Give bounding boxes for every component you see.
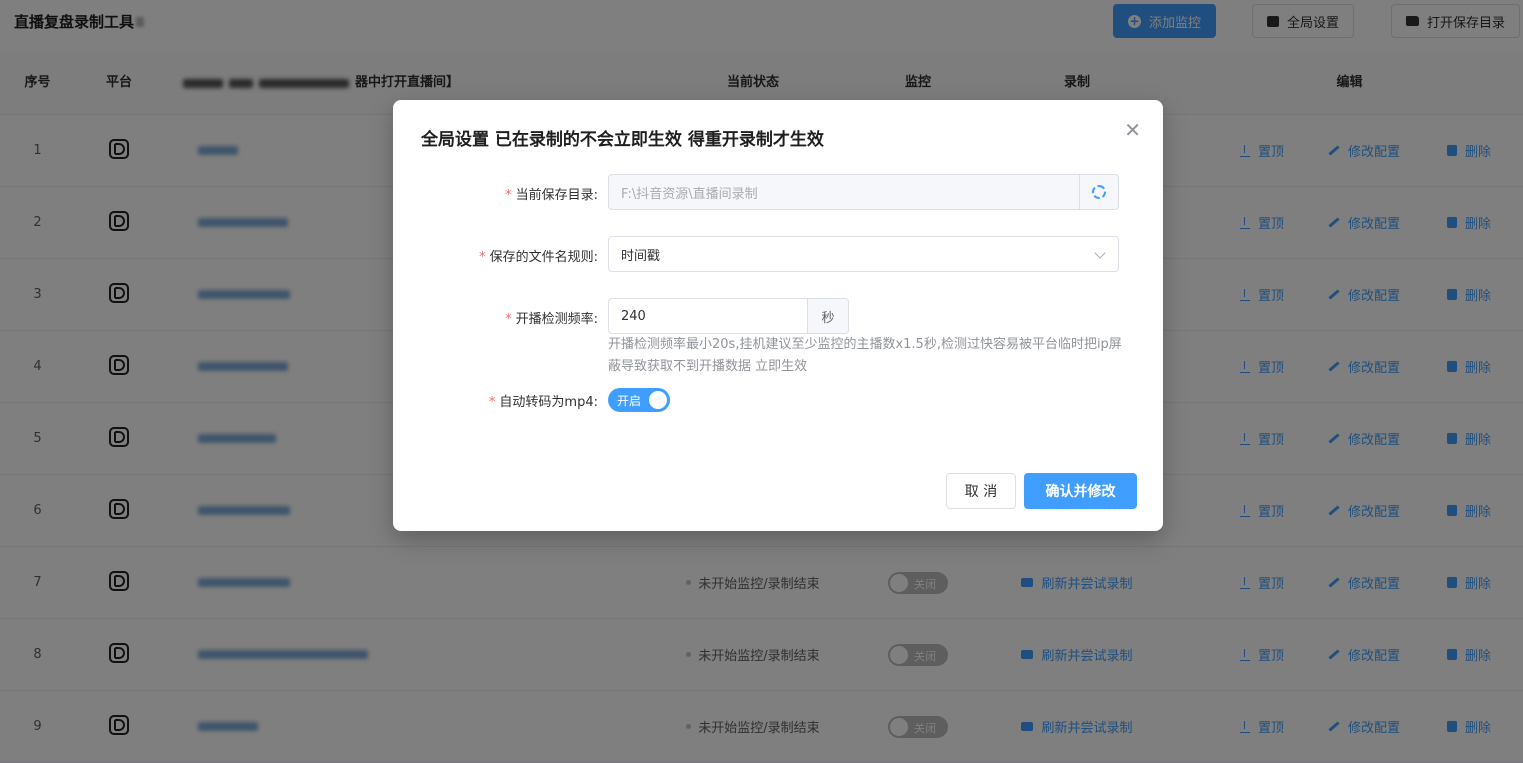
switch-label: 开启 (617, 394, 642, 408)
check-freq-label: * 开播检测频率: (505, 312, 598, 327)
save-dir-placeholder: F:\抖音资源\直播间录制 (621, 186, 758, 202)
required-mark: * (505, 188, 512, 203)
auto-mp4-switch[interactable]: 开启 (608, 388, 670, 412)
pick-dir-button[interactable] (1079, 174, 1119, 210)
gear-icon (1092, 185, 1106, 199)
chevron-down-icon (1094, 247, 1106, 259)
filename-rule-value: 时间戳 (621, 248, 661, 264)
save-dir-input[interactable]: F:\抖音资源\直播间录制 (608, 174, 1080, 210)
filename-rule-label: * 保存的文件名规则: (479, 250, 598, 265)
auto-mp4-label: * 自动转码为mp4: (488, 395, 598, 410)
save-dir-label: * 当前保存目录: (505, 188, 598, 203)
filename-rule-select[interactable]: 时间戳 (608, 236, 1119, 272)
dialog-title: 全局设置 已在录制的不会立即生效 得重开录制才生效 (421, 130, 824, 150)
check-freq-value: 240 (621, 308, 646, 324)
check-freq-input[interactable]: 240 (608, 298, 808, 334)
close-icon[interactable]: ✕ (1124, 118, 1141, 142)
required-mark: * (505, 312, 512, 327)
check-freq-unit: 秒 (807, 298, 849, 334)
required-mark: * (488, 395, 496, 410)
global-settings-dialog: 全局设置 已在录制的不会立即生效 得重开录制才生效 ✕ * 当前保存目录: F:\… (393, 100, 1163, 531)
cancel-button[interactable]: 取 消 (946, 473, 1016, 509)
switch-knob (649, 391, 667, 409)
confirm-button[interactable]: 确认并修改 (1024, 473, 1137, 509)
check-freq-hint: 开播检测频率最小20s,挂机建议至少监控的主播数x1.5秒,检测过快容易被平台临… (608, 337, 1122, 374)
required-mark: * (479, 250, 486, 265)
